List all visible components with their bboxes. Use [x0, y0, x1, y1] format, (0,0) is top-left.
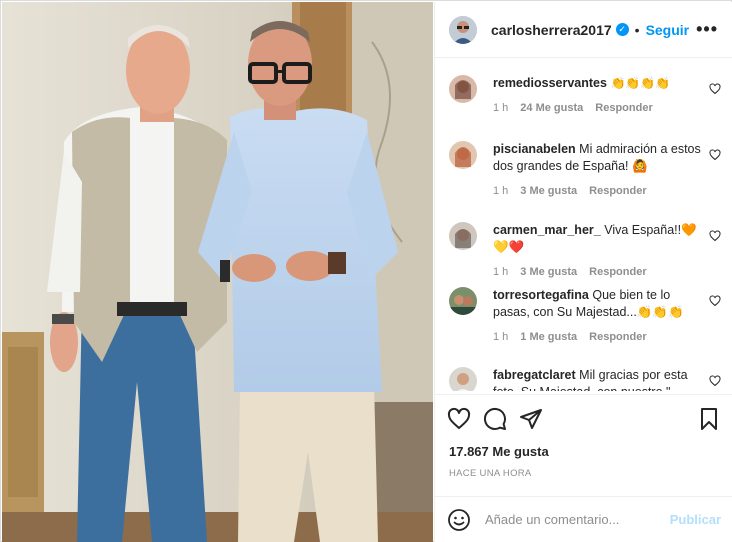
- likes-count[interactable]: 17.867 Me gusta: [449, 444, 549, 459]
- commenter-avatar-image: [449, 141, 477, 169]
- commenter-avatar-image: [449, 75, 477, 103]
- comment-username[interactable]: remediosservantes: [493, 76, 607, 90]
- post-window: carlosherrera2017 ✓ • Seguir ••• remedio…: [0, 0, 732, 542]
- comment-time: 1 h: [493, 185, 509, 197]
- comment-body: carmen_mar_her_ Viva España!!🧡💛❤️ 1 h 3 …: [493, 222, 703, 281]
- post-timestamp: HACE UNA HORA: [449, 468, 532, 479]
- comment-username[interactable]: carmen_mar_her_: [493, 223, 601, 237]
- commenter-avatar[interactable]: [449, 287, 477, 315]
- comment-username[interactable]: piscianabelen: [493, 142, 576, 156]
- commenter-avatar-image: [449, 367, 477, 391]
- comment-item: piscianabelen Mi admiración a estos dos …: [449, 141, 721, 200]
- comment-username[interactable]: fabregatclaret: [493, 368, 576, 382]
- comment-username[interactable]: torresortegafina: [493, 288, 589, 302]
- commenter-avatar-image: [449, 222, 477, 250]
- comment-like-heart-icon[interactable]: [709, 375, 721, 387]
- comment-like-heart-icon[interactable]: [709, 83, 721, 95]
- comment-meta: 1 h 1 Me gusta Responder: [493, 329, 703, 346]
- reply-button[interactable]: Responder: [589, 183, 646, 200]
- comment-item: remediosservantes 👏👏👏👏 1 h 24 Me gusta R…: [449, 75, 721, 117]
- comment-input[interactable]: [485, 512, 665, 527]
- comment-like-heart-icon[interactable]: [709, 230, 721, 242]
- comment-body: remediosservantes 👏👏👏👏 1 h 24 Me gusta R…: [493, 75, 703, 117]
- follow-button[interactable]: Seguir: [646, 22, 690, 38]
- reply-button[interactable]: Responder: [589, 329, 646, 346]
- author-avatar-image: [449, 15, 477, 44]
- comment-likes[interactable]: 1 Me gusta: [520, 329, 577, 346]
- more-options-icon[interactable]: •••: [696, 19, 718, 40]
- comment-item: fabregatclaret Mil gracias por esta foto…: [449, 367, 721, 391]
- comment-meta: 1 h 3 Me gusta Responder: [493, 183, 703, 200]
- comment-likes[interactable]: 24 Me gusta: [520, 100, 583, 117]
- comment-like-heart-icon[interactable]: [709, 149, 721, 161]
- commenter-avatar[interactable]: [449, 367, 477, 391]
- post-side-panel: carlosherrera2017 ✓ • Seguir ••• remedio…: [434, 2, 732, 542]
- commenter-avatar[interactable]: [449, 75, 477, 103]
- comment-likes[interactable]: 3 Me gusta: [520, 264, 577, 281]
- comment-time: 1 h: [493, 266, 509, 278]
- header-separator: •: [634, 21, 640, 38]
- reply-button[interactable]: Responder: [589, 264, 646, 281]
- photo-illustration: [2, 2, 433, 542]
- publish-button[interactable]: Publicar: [670, 512, 721, 527]
- comment-time: 1 h: [493, 102, 509, 114]
- author-avatar[interactable]: [449, 15, 477, 44]
- bookmark-icon[interactable]: [697, 407, 721, 431]
- comment-item: torresortegafina Que bien te lo pasas, c…: [449, 287, 721, 346]
- emoji-icon[interactable]: [447, 508, 471, 532]
- comment-body: piscianabelen Mi admiración a estos dos …: [493, 141, 703, 200]
- comment-time: 1 h: [493, 331, 509, 343]
- comments-list[interactable]: remediosservantes 👏👏👏👏 1 h 24 Me gusta R…: [435, 59, 732, 391]
- comment-composer: Publicar: [435, 496, 732, 542]
- comment-text: 👏👏👏👏: [610, 76, 671, 90]
- comment-likes[interactable]: 3 Me gusta: [520, 183, 577, 200]
- reply-button[interactable]: Responder: [595, 100, 652, 117]
- comment-body: fabregatclaret Mil gracias por esta foto…: [493, 367, 703, 391]
- comment-meta: 1 h 24 Me gusta Responder: [493, 100, 703, 117]
- verified-badge-icon: ✓: [615, 23, 629, 36]
- commenter-avatar[interactable]: [449, 222, 477, 250]
- commenter-avatar-image: [449, 287, 477, 315]
- comment-like-heart-icon[interactable]: [709, 295, 721, 307]
- comment-item: carmen_mar_her_ Viva España!!🧡💛❤️ 1 h 3 …: [449, 222, 721, 281]
- post-header: carlosherrera2017 ✓ • Seguir •••: [435, 2, 732, 58]
- author-username[interactable]: carlosherrera2017: [491, 22, 612, 38]
- comment-icon[interactable]: [483, 407, 507, 431]
- paper-plane-icon[interactable]: [519, 407, 543, 431]
- post-photo[interactable]: [2, 2, 433, 542]
- heart-icon[interactable]: [447, 407, 471, 431]
- post-actions-bar: [435, 394, 732, 442]
- commenter-avatar[interactable]: [449, 141, 477, 169]
- comment-body: torresortegafina Que bien te lo pasas, c…: [493, 287, 703, 346]
- comment-meta: 1 h 3 Me gusta Responder: [493, 264, 703, 281]
